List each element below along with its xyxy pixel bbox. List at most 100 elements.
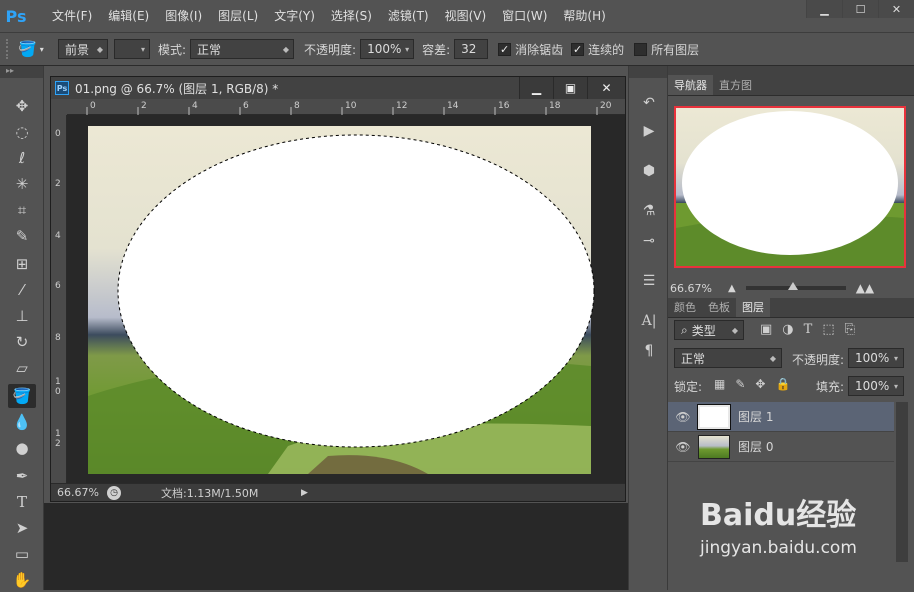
canvas-area[interactable] — [68, 116, 625, 483]
rectangle-tool-icon[interactable]: ▭ — [8, 542, 36, 566]
character-panel-icon[interactable]: A| — [637, 310, 661, 332]
opacity-input[interactable]: 100% ▾ — [360, 39, 415, 59]
layer-row[interactable]: 👁 图层 1 — [668, 402, 894, 432]
zoom-slider-thumb[interactable] — [787, 282, 798, 290]
doc-close-icon[interactable]: ✕ — [587, 77, 625, 99]
fill-input[interactable]: 100% ▾ — [848, 376, 904, 396]
filter-type-icon[interactable]: T — [804, 322, 813, 337]
lock-position-icon[interactable]: ✥ — [755, 377, 765, 391]
canvas-image[interactable] — [68, 116, 625, 483]
paragraph-panel-icon[interactable]: ¶ — [637, 340, 661, 362]
tab-swatches[interactable]: 色板 — [702, 297, 736, 317]
history-panel-icon[interactable]: ↶ — [637, 92, 661, 114]
ruler-top-label: 2 — [141, 101, 147, 111]
blur-tool-icon[interactable]: 💧 — [8, 410, 36, 434]
ruler-top-label: 12 — [396, 101, 408, 111]
zoom-in-icon[interactable]: ▲▲ — [856, 281, 874, 295]
pen-tool-icon[interactable]: ✒ — [8, 464, 36, 488]
lock-all-icon[interactable]: 🔒 — [775, 377, 790, 391]
zoom-slider[interactable] — [745, 282, 846, 290]
lock-transparent-icon[interactable]: ▦ — [714, 377, 725, 391]
layer-visibility-eye-icon[interactable]: 👁 — [668, 410, 698, 424]
filter-adjustment-icon[interactable]: ◑ — [782, 322, 793, 337]
actions-panel-icon[interactable]: ▶ — [637, 120, 661, 142]
magic-wand-tool-icon[interactable]: ✳ — [8, 172, 36, 196]
zoom-level[interactable]: 66.67% — [57, 486, 107, 499]
tab-color[interactable]: 颜色 — [668, 297, 702, 317]
paint-bucket-tool-icon[interactable]: 🪣 — [8, 384, 36, 408]
close-icon[interactable]: ✕ — [878, 0, 914, 18]
pattern-picker[interactable]: ▾ — [114, 39, 150, 59]
status-info-icon[interactable]: ◷ — [107, 485, 121, 500]
doc-minimize-icon[interactable]: ▁ — [519, 77, 553, 99]
tab-histogram[interactable]: 直方图 — [713, 75, 758, 95]
antialias-checkbox[interactable]: ✓ — [498, 42, 512, 56]
tolerance-input[interactable]: 32 — [454, 39, 489, 59]
hand-tool-icon[interactable]: ✋ — [8, 568, 36, 592]
menu-layer[interactable]: 图层(L) — [210, 0, 266, 32]
tool-presets-icon[interactable]: ⊸ — [637, 230, 661, 252]
layer-name[interactable]: 图层 1 — [738, 408, 773, 425]
layer-opacity-label: 不透明度: — [792, 353, 845, 367]
paint-bucket-tool-preset-icon[interactable]: 🪣 ▾ — [18, 37, 52, 61]
move-tool-icon[interactable]: ✥ — [8, 94, 36, 118]
3d-panel-icon[interactable]: ⬢ — [637, 160, 661, 182]
eraser-tool-icon[interactable]: ▱ — [8, 356, 36, 380]
marquee-tool-icon[interactable]: ◌ — [8, 120, 36, 144]
zoom-out-icon[interactable]: ▲ — [728, 283, 736, 294]
menu-file[interactable]: 文件(F) — [44, 0, 100, 32]
options-grip[interactable] — [6, 39, 10, 59]
menu-select[interactable]: 选择(S) — [323, 0, 380, 32]
ruler-left-label: 4 — [55, 231, 61, 241]
menu-filter[interactable]: 滤镜(T) — [380, 0, 437, 32]
eyedropper-tool-icon[interactable]: ✎ — [8, 224, 36, 248]
history-brush-tool-icon[interactable]: ↻ — [8, 330, 36, 354]
brush-tool-icon[interactable]: ⁄ — [8, 278, 36, 302]
navigator-zoom[interactable]: 66.67% — [670, 282, 720, 295]
layer-name[interactable]: 图层 0 — [738, 438, 773, 455]
filter-pixel-icon[interactable]: ▣ — [760, 322, 772, 337]
tools-panel-header[interactable]: ▸▸ — [0, 66, 43, 78]
vertical-ruler[interactable]: 0 2 4 6 8 1 0 1 2 — [51, 115, 67, 483]
mode-select[interactable]: 正常 ◆ — [190, 39, 295, 59]
ruler-top-label: 8 — [294, 101, 300, 111]
collapsed-panels-header[interactable] — [629, 66, 667, 78]
menu-edit[interactable]: 编辑(E) — [100, 0, 157, 32]
layers-scrollbar[interactable] — [896, 402, 908, 562]
type-tool-icon[interactable]: T — [8, 490, 36, 514]
fill-source-select[interactable]: 前景 ◆ — [58, 39, 108, 59]
filter-shape-icon[interactable]: ⬚ — [822, 322, 834, 337]
horizontal-ruler[interactable]: 0 2 4 6 8 10 12 14 16 18 20 — [67, 99, 625, 115]
layer-row[interactable]: 👁 图层 0 — [668, 432, 894, 462]
crop-tool-icon[interactable]: ⌗ — [8, 198, 36, 222]
path-selection-tool-icon[interactable]: ➤ — [8, 516, 36, 540]
filter-smart-object-icon[interactable]: ⎘ — [845, 322, 855, 337]
maximize-icon[interactable]: ☐ — [842, 0, 878, 18]
contiguous-checkbox[interactable]: ✓ — [571, 42, 585, 56]
layer-visibility-eye-icon[interactable]: 👁 — [668, 440, 698, 454]
tab-layers[interactable]: 图层 — [736, 297, 770, 317]
ruler-origin[interactable] — [51, 99, 67, 115]
lasso-tool-icon[interactable]: ℓ — [8, 146, 36, 170]
brush-presets-icon[interactable]: ⚗ — [637, 200, 661, 222]
menu-help[interactable]: 帮助(H) — [555, 0, 613, 32]
lock-pixels-icon[interactable]: ✎ — [735, 377, 745, 391]
tab-navigator[interactable]: 导航器 — [668, 75, 713, 95]
menu-type[interactable]: 文字(Y) — [266, 0, 323, 32]
healing-brush-tool-icon[interactable]: ⊞ — [8, 252, 36, 276]
navigator-preview[interactable] — [674, 106, 906, 268]
workspace-background — [44, 503, 628, 590]
menu-image[interactable]: 图像(I) — [157, 0, 210, 32]
status-menu-arrow-icon[interactable]: ▶ — [301, 488, 308, 498]
layer-opacity-input[interactable]: 100% ▾ — [848, 348, 904, 368]
blend-mode-select[interactable]: 正常 ◆ — [674, 348, 782, 368]
layer-filter-select[interactable]: ⌕ 类型 ◆ — [674, 320, 744, 340]
clone-stamp-tool-icon[interactable]: ⊥ — [8, 304, 36, 328]
menu-window[interactable]: 窗口(W) — [494, 0, 555, 32]
layer-comps-icon[interactable]: ☰ — [637, 270, 661, 292]
minimize-icon[interactable]: ▁ — [806, 0, 842, 18]
all-layers-checkbox[interactable] — [634, 42, 648, 56]
menu-view[interactable]: 视图(V) — [437, 0, 495, 32]
dodge-tool-icon[interactable]: ● — [8, 436, 36, 460]
doc-maximize-icon[interactable]: ▣ — [553, 77, 587, 99]
